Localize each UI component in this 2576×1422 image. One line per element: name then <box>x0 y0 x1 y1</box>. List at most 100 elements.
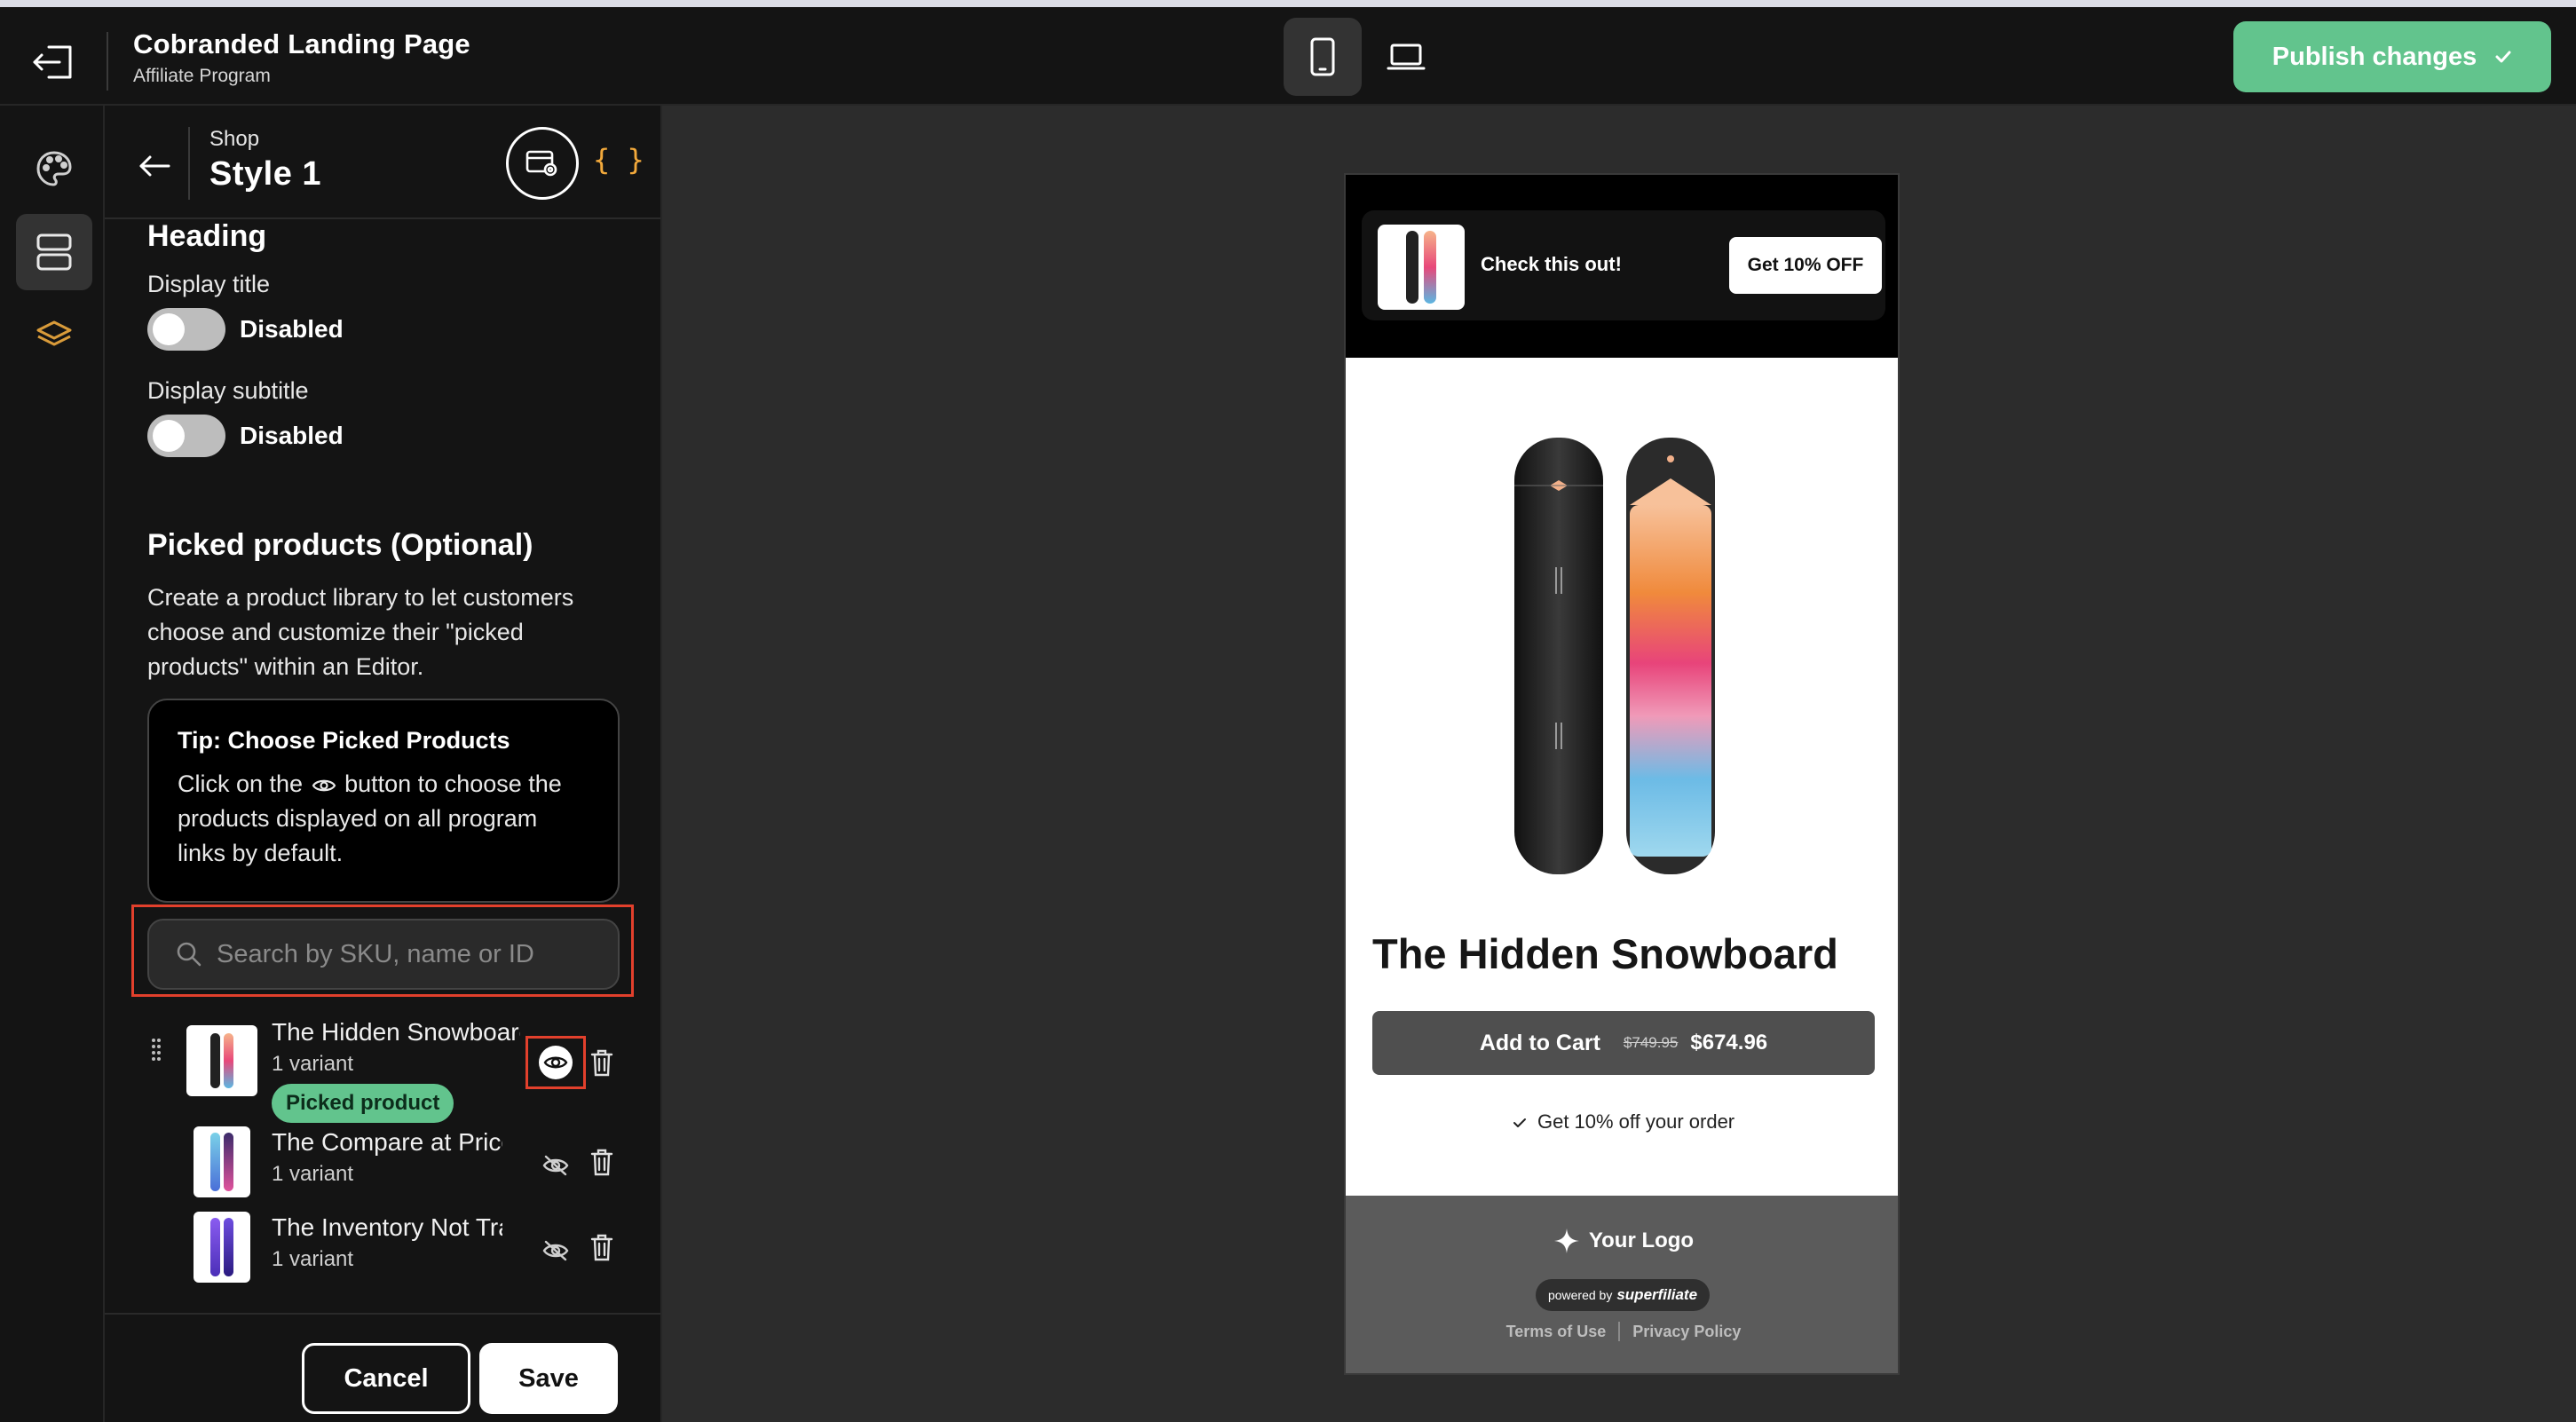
tip-body: Click on the button to choose the produc… <box>178 767 589 871</box>
product-row[interactable]: The Compare at Price Snowboard 1 variant <box>105 1119 660 1199</box>
delete-product-button[interactable] <box>584 1228 620 1267</box>
code-editor-button[interactable]: { } <box>593 143 644 177</box>
drag-handle-icon[interactable] <box>151 1038 162 1061</box>
page-subtitle: Affiliate Program <box>133 66 271 86</box>
promo-thumbnail <box>1378 225 1465 310</box>
discount-note: Get 10% off your order <box>1346 1110 1898 1134</box>
back-button[interactable] <box>130 141 179 191</box>
heading-section-title: Heading <box>147 219 267 253</box>
privacy-link[interactable]: Privacy Policy <box>1632 1323 1741 1341</box>
preview-canvas: Check this out! Get 10% OFF The Hidden S… <box>662 106 2576 1422</box>
promo-banner: Check this out! Get 10% OFF <box>1362 210 1885 320</box>
brand-logo: Your Logo <box>1346 1228 1898 1254</box>
panel-header-divider <box>188 127 190 200</box>
check-icon <box>2495 51 2511 63</box>
trash-icon <box>590 1234 613 1261</box>
display-subtitle-toggle[interactable] <box>147 415 225 457</box>
tip-card: Tip: Choose Picked Products Click on the… <box>147 699 620 903</box>
palette-icon <box>36 151 72 186</box>
trash-icon <box>590 1049 613 1077</box>
add-to-cart-label: Add to Cart <box>1479 1030 1600 1055</box>
delete-product-button[interactable] <box>584 1043 620 1082</box>
eye-icon <box>539 1046 573 1079</box>
sections-rail-button[interactable] <box>16 214 92 290</box>
eye-off-icon <box>542 1240 569 1261</box>
topbar-divider <box>107 32 108 91</box>
promo-header: Check this out! Get 10% OFF <box>1346 175 1898 358</box>
powered-by-brand: superfiliate <box>1616 1286 1698 1303</box>
back-arrow-icon <box>139 155 170 177</box>
toggle-visibility-button[interactable] <box>534 1041 577 1084</box>
add-to-cart-button[interactable]: Add to Cart $749.95 $674.96 <box>1372 1011 1875 1075</box>
compare-price: $749.95 <box>1623 1034 1679 1051</box>
picked-products-description: Create a product library to let customer… <box>147 584 574 680</box>
toggle-visibility-button[interactable] <box>534 1229 577 1272</box>
tip-body-start: Click on the <box>178 770 304 797</box>
save-button[interactable]: Save <box>479 1343 618 1414</box>
board-dark <box>210 1033 220 1088</box>
product-name: The Hidden Snowboard <box>272 1018 520 1046</box>
template-settings-button[interactable] <box>506 127 579 200</box>
picked-product-badge: Picked product <box>272 1084 454 1123</box>
product-search-input[interactable] <box>217 939 607 969</box>
layers-rail-button[interactable] <box>16 297 92 374</box>
exit-icon <box>33 45 72 79</box>
picked-products-title: Picked products (Optional) <box>147 528 533 562</box>
display-subtitle-state: Disabled <box>240 422 344 449</box>
trash-icon <box>590 1149 613 1176</box>
checkmark-icon <box>1513 1118 1526 1127</box>
preview-footer: Your Logo powered by superfiliate Terms … <box>1346 1196 1898 1373</box>
footer-link-divider <box>1618 1322 1621 1341</box>
publish-changes-button[interactable]: Publish changes <box>2233 21 2551 92</box>
product-row[interactable]: The Inventory Not Tracked Snowboard 1 va… <box>105 1205 660 1284</box>
board-blue <box>210 1133 220 1191</box>
panel-footer: Cancel Save <box>105 1313 660 1422</box>
promo-discount-button[interactable]: Get 10% OFF <box>1729 237 1882 294</box>
product-name: The Inventory Not Tracked Snowboard <box>272 1213 502 1241</box>
toggle-visibility-button[interactable] <box>534 1144 577 1187</box>
device-toggle <box>1284 18 1458 96</box>
display-subtitle-label: Display subtitle <box>147 377 309 404</box>
product-search-box[interactable] <box>147 919 620 990</box>
delete-product-button[interactable] <box>584 1142 620 1181</box>
layers-icon <box>36 320 72 346</box>
exit-button[interactable] <box>25 34 82 91</box>
product-image <box>1514 438 1715 874</box>
mobile-preview-frame: Check this out! Get 10% OFF The Hidden S… <box>1344 173 1900 1375</box>
mobile-icon <box>1310 37 1335 76</box>
section-name: Shop <box>209 127 260 151</box>
product-row[interactable]: The Hidden Snowboard 1 variant Picked pr… <box>105 1000 660 1123</box>
eye-icon <box>312 779 336 792</box>
product-thumbnail <box>186 1025 257 1096</box>
board-colorful <box>1424 231 1436 304</box>
panel-header: Shop Style 1 { } <box>105 106 660 219</box>
sale-price: $674.96 <box>1690 1031 1768 1055</box>
template-settings-icon <box>525 150 557 177</box>
display-title-label: Display title <box>147 271 271 297</box>
product-variants: 1 variant <box>272 1162 354 1186</box>
mobile-view-button[interactable] <box>1284 18 1362 96</box>
desktop-view-button[interactable] <box>1367 18 1445 96</box>
product-title: The Hidden Snowboard <box>1372 930 1838 977</box>
display-title-state: Disabled <box>240 315 344 343</box>
sections-icon <box>36 233 72 271</box>
footer-links: Terms of Use Privacy Policy <box>1346 1322 1898 1341</box>
product-thumbnail <box>194 1126 250 1197</box>
style-name: Style 1 <box>209 155 322 193</box>
product-name: The Compare at Price Snowboard <box>272 1128 502 1156</box>
product-thumbnail <box>194 1212 250 1283</box>
board-colorful <box>224 1033 233 1088</box>
board-dark <box>1406 231 1418 304</box>
logo-text: Your Logo <box>1588 1228 1695 1252</box>
search-icon <box>177 942 201 967</box>
window-top-strip <box>0 0 2576 7</box>
terms-link[interactable]: Terms of Use <box>1506 1323 1607 1341</box>
publish-label: Publish changes <box>2272 42 2477 71</box>
board-indigo <box>224 1218 233 1276</box>
theme-rail-button[interactable] <box>16 130 92 207</box>
product-variants: 1 variant <box>272 1247 354 1271</box>
display-title-toggle[interactable] <box>147 308 225 351</box>
cancel-button[interactable]: Cancel <box>302 1343 470 1414</box>
product-variants: 1 variant <box>272 1052 354 1076</box>
board-purple <box>224 1133 233 1191</box>
